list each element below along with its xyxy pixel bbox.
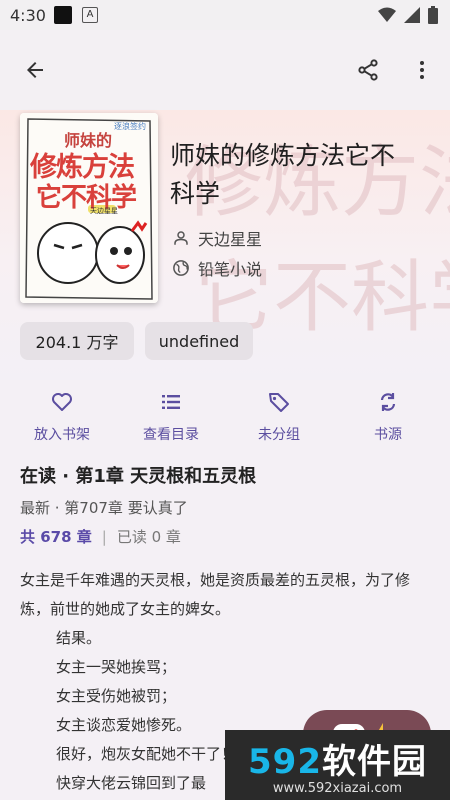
source-name: 铅笔小说	[198, 260, 263, 279]
status-bar: 4:30 A	[0, 0, 450, 30]
counts-separator: |	[101, 527, 107, 546]
status-time: 4:30	[10, 5, 46, 25]
heart-icon	[52, 393, 72, 411]
back-button[interactable]	[15, 50, 55, 90]
latest-chapter[interactable]: 最新 · 第707章 要认真了	[20, 497, 188, 518]
tag-icon	[269, 393, 289, 412]
signal-icon	[404, 7, 420, 23]
swap-icon	[380, 393, 396, 411]
wifi-icon	[378, 7, 396, 22]
view-toc-button[interactable]: 查看目录	[126, 390, 216, 446]
book-title: 师妹的修炼方法它不科学	[170, 141, 396, 208]
group-button[interactable]: 未分组	[234, 390, 324, 446]
cover-title-bottom: 它不科学	[36, 183, 137, 213]
notification-square-icon	[54, 6, 72, 24]
watermark-banner: 592软件园 www.592xiazai.com	[225, 730, 450, 800]
share-button[interactable]	[348, 50, 388, 90]
author-name: 天边星星	[198, 230, 263, 249]
view-toc-label: 查看目录	[143, 427, 199, 443]
intro-paragraph: 结果。	[56, 629, 102, 647]
total-chapters: 共 678 章	[20, 528, 92, 546]
cover-logo: 逐浪签约	[114, 122, 146, 131]
watermark-brand: 592软件园	[248, 734, 427, 783]
add-to-shelf-button[interactable]: 放入书架	[17, 390, 107, 446]
list-icon	[162, 395, 180, 409]
group-label: 未分组	[258, 427, 300, 443]
watermark-brand-number: 592	[248, 742, 322, 782]
word-count-chip: 204.1 万字	[20, 322, 134, 360]
book-cover[interactable]: 师妹的 逐浪签约 修炼方法 它不科学 天边星星	[20, 113, 158, 303]
read-chapters: 已读 0 章	[116, 528, 181, 546]
app-bar	[0, 30, 450, 110]
book-source-label: 书源	[374, 427, 402, 443]
intro-paragraph: 女主一哭她挨骂；	[56, 658, 177, 676]
globe-icon	[173, 260, 189, 276]
intro-paragraph: 女主受伤她被罚；	[56, 687, 177, 705]
category-chip: undefined	[145, 322, 253, 360]
more-vert-icon	[420, 61, 424, 79]
source-row[interactable]: 铅笔小说	[172, 256, 262, 280]
chapter-counts: 共 678 章 | 已读 0 章	[20, 526, 181, 547]
android-notification-icon: A	[82, 7, 98, 23]
intro-paragraph: 女主是千年难遇的天灵根，她是资质最差的五灵根，为了修炼，前世的她成了女主的婢女。	[20, 571, 411, 618]
book-source-button[interactable]: 书源	[343, 390, 433, 446]
action-row: 放入书架 查看目录 未分组 书源	[0, 390, 450, 450]
person-icon	[174, 231, 188, 245]
arrow-back-icon	[27, 62, 43, 78]
battery-icon	[428, 6, 438, 24]
watermark-brand-text: 软件园	[321, 742, 427, 782]
cover-author: 天边星星	[90, 207, 118, 215]
more-button[interactable]	[402, 50, 442, 90]
current-chapter[interactable]: 在读 · 第1章 天灵根和五灵根	[20, 462, 256, 488]
add-to-shelf-label: 放入书架	[34, 427, 90, 443]
author-row[interactable]: 天边星星	[172, 226, 262, 250]
watermark-url: www.592xiazai.com	[272, 781, 403, 796]
share-icon	[358, 59, 378, 81]
